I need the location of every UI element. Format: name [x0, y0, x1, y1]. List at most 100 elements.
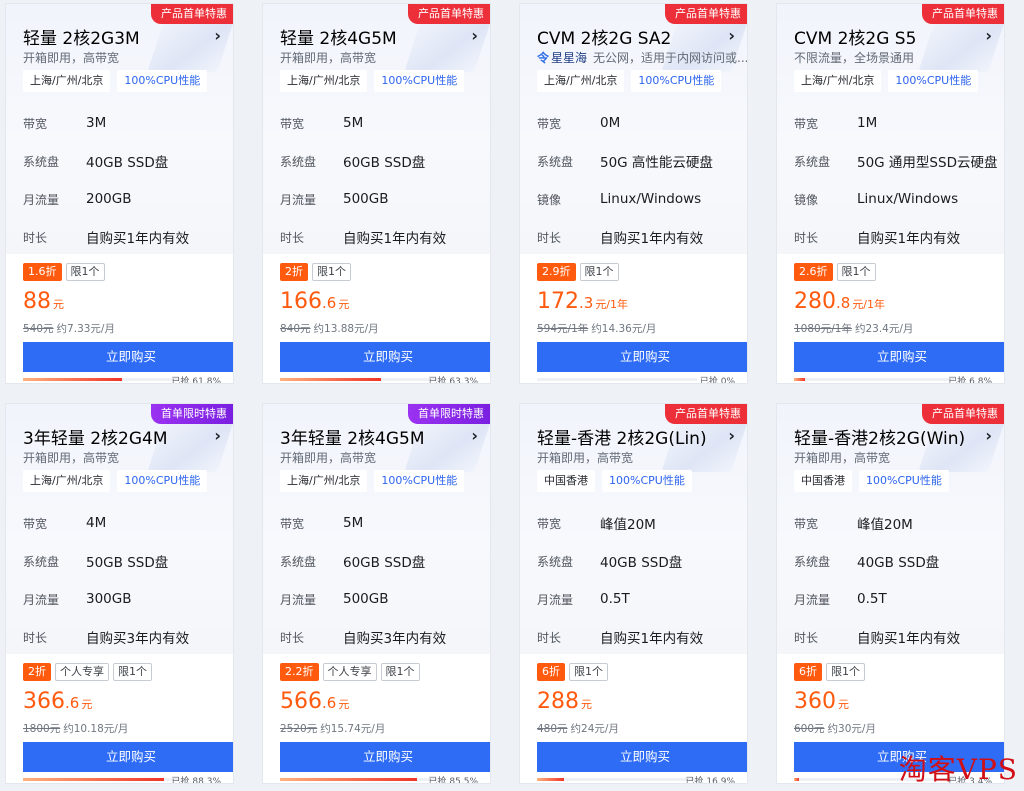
- sold-progress-fill: [280, 378, 382, 381]
- badge-list: 2折 个人专享 限1个: [23, 663, 152, 681]
- card-price-area: 2.2折 个人专享 限1个 566.6 元 2520元 约15.74元/月 立即购买 已抢 85…: [263, 654, 490, 784]
- spec-label: 月流量: [23, 192, 60, 207]
- subtitle-text: 开箱即用，高带宽: [23, 451, 120, 465]
- spec-value: 自购买3年内有效: [343, 631, 447, 647]
- sold-progress-bar: [537, 778, 697, 781]
- product-title[interactable]: 轻量-香港 2核2G(Lin): [537, 424, 707, 449]
- spec-label: 系统盘: [794, 154, 831, 169]
- product-title[interactable]: 轻量 2核4G5M: [280, 24, 397, 49]
- spec-label: 时长: [537, 230, 562, 245]
- discount-badge: 6折: [794, 663, 822, 681]
- product-title[interactable]: 轻量-香港2核2G(Win): [794, 424, 965, 449]
- promo-ribbon: 产品首单特惠: [408, 4, 490, 24]
- sold-value: 88.3%: [192, 777, 221, 784]
- monthly-price: 约23.4元/月: [854, 323, 914, 335]
- spec-label: 月流量: [537, 592, 574, 607]
- product-title[interactable]: 3年轻量 2核2G4M: [23, 424, 168, 449]
- tag-list: 上海/广州/北京 100%CPU性能: [23, 470, 208, 492]
- product-title[interactable]: 轻量 2核2G3M: [23, 24, 140, 49]
- product-card[interactable]: 产品首单特惠 CVM 2核2G S5 › 不限流量，全场景通用 上海/广州/北京 100%…: [776, 3, 1005, 384]
- cpu-tag: 100%CPU性能: [631, 70, 722, 92]
- original-price: 840元: [280, 323, 311, 335]
- spec-value: 50G 高性能云硬盘: [600, 155, 713, 171]
- promo-ribbon: 产品首单特惠: [922, 4, 1004, 24]
- spec-value: 自购买1年内有效: [857, 231, 961, 247]
- tag-list: 上海/广州/北京 100%CPU性能: [280, 470, 465, 492]
- product-card[interactable]: 产品首单特惠 轻量 2核4G5M › 开箱即用，高带宽 上海/广州/北京 100%CPU性…: [262, 3, 491, 384]
- price: 172.3 元/1年: [537, 289, 628, 314]
- spec-label: 带宽: [280, 116, 305, 131]
- buy-now-button[interactable]: 立即购买: [794, 342, 1004, 372]
- buy-now-button[interactable]: 立即购买: [537, 342, 747, 372]
- sold-prefix: 已抢: [428, 777, 447, 784]
- price: 566.6 元: [280, 689, 349, 714]
- product-card[interactable]: 首单限时特惠 3年轻量 2核2G4M › 开箱即用，高带宽 上海/广州/北京 100%CP…: [5, 403, 234, 784]
- cpu-tag: 100%CPU性能: [374, 470, 465, 492]
- badge-list: 1.6折 限1个: [23, 263, 105, 281]
- product-card[interactable]: 产品首单特惠 轻量-香港2核2G(Win) › 开箱即用，高带宽 中国香港 100%CPU…: [776, 403, 1005, 784]
- spec-row: 时长 自购买1年内有效: [794, 618, 960, 656]
- limit-badge: 限1个: [579, 263, 619, 281]
- card-price-area: 2折 限1个 166.6 元 840元 约13.88元/月 立即购买 已抢 63.3%: [263, 254, 490, 383]
- buy-now-button[interactable]: 立即购买: [537, 742, 747, 772]
- sold-progress-bar: [23, 778, 183, 781]
- chevron-right-icon[interactable]: ›: [728, 26, 735, 45]
- buy-now-button[interactable]: 立即购买: [280, 742, 490, 772]
- price-decimal: .6: [322, 694, 337, 712]
- discount-badge: 6折: [537, 663, 565, 681]
- card-price-area: 2折 个人专享 限1个 366.6 元 1800元 约10.18元/月 立即购买 已抢 88.3…: [6, 654, 233, 784]
- original-price: 594元/1年: [537, 323, 589, 335]
- badge-list: 6折 限1个: [537, 663, 608, 681]
- subtitle-text: 开箱即用，高带宽: [280, 51, 377, 65]
- spec-label: 带宽: [280, 516, 305, 531]
- price-integer: 360: [794, 689, 836, 714]
- spec-label: 带宽: [23, 516, 48, 531]
- product-card[interactable]: 产品首单特惠 CVM 2核2G SA2 › 令星星海 无公网，适用于内网访问或... 上海…: [519, 3, 748, 384]
- limit-badge: 限1个: [312, 263, 351, 281]
- sold-progress-bar: [280, 778, 440, 781]
- price-integer: 288: [537, 689, 579, 714]
- chevron-right-icon[interactable]: ›: [985, 26, 992, 45]
- product-card[interactable]: 产品首单特惠 轻量-香港 2核2G(Lin) › 开箱即用，高带宽 中国香港 100%CP…: [519, 403, 748, 784]
- spec-row: 时长 自购买1年内有效: [23, 218, 189, 256]
- spec-value: Linux/Windows: [857, 191, 959, 207]
- region-tag: 中国香港: [537, 470, 595, 492]
- spec-row: 系统盘 50GB SSD盘: [23, 542, 189, 580]
- product-subtitle: 令星星海 无公网，适用于内网访问或...: [537, 49, 747, 66]
- sold-percent: 已抢 85.5%: [428, 774, 478, 784]
- product-title[interactable]: CVM 2核2G SA2: [537, 24, 671, 49]
- sold-progress-bar: [794, 378, 954, 381]
- spec-value: 3M: [86, 115, 107, 131]
- spec-row: 镜像 Linux/Windows: [537, 180, 713, 218]
- subtitle-text: 开箱即用，高带宽: [537, 451, 634, 465]
- watermark-logo: 淘客VPS: [898, 753, 1018, 786]
- sold-progress-fill: [537, 778, 565, 781]
- product-card[interactable]: 产品首单特惠 轻量 2核2G3M › 开箱即用，高带宽 上海/广州/北京 100%CPU性…: [5, 3, 234, 384]
- buy-now-button[interactable]: 立即购买: [23, 342, 233, 372]
- sold-prefix: 已抢: [171, 377, 190, 384]
- chevron-right-icon[interactable]: ›: [471, 426, 478, 445]
- spec-row: 带宽 5M: [280, 504, 446, 542]
- buy-now-button[interactable]: 立即购买: [280, 342, 490, 372]
- chevron-right-icon[interactable]: ›: [214, 426, 221, 445]
- product-subtitle: 开箱即用，高带宽: [280, 449, 376, 466]
- spec-value: Linux/Windows: [600, 191, 702, 207]
- sold-progress-fill: [23, 378, 122, 381]
- product-card[interactable]: 首单限时特惠 3年轻量 2核4G5M › 开箱即用，高带宽 上海/广州/北京 100%CP…: [262, 403, 491, 784]
- limit-badge: 个人专享: [322, 663, 377, 681]
- spec-label: 系统盘: [23, 154, 60, 169]
- chevron-right-icon[interactable]: ›: [728, 426, 735, 445]
- chevron-right-icon[interactable]: ›: [214, 26, 221, 45]
- spec-value: 50GB SSD盘: [86, 555, 169, 571]
- chevron-right-icon[interactable]: ›: [471, 26, 478, 45]
- cpu-tag: 100%CPU性能: [374, 70, 465, 92]
- discount-badge: 2.6折: [794, 263, 833, 281]
- product-title[interactable]: CVM 2核2G S5: [794, 24, 916, 49]
- original-price-line: 594元/1年 约14.36元/月: [537, 321, 656, 336]
- product-title[interactable]: 3年轻量 2核4G5M: [280, 424, 425, 449]
- sold-progress-bar: [23, 378, 183, 381]
- buy-now-button[interactable]: 立即购买: [23, 742, 233, 772]
- chevron-right-icon[interactable]: ›: [985, 426, 992, 445]
- card-price-area: 6折 限1个 288 元 480元 约24元/月 立即购买 已抢 16.9%: [520, 654, 747, 783]
- spec-label: 月流量: [23, 592, 60, 607]
